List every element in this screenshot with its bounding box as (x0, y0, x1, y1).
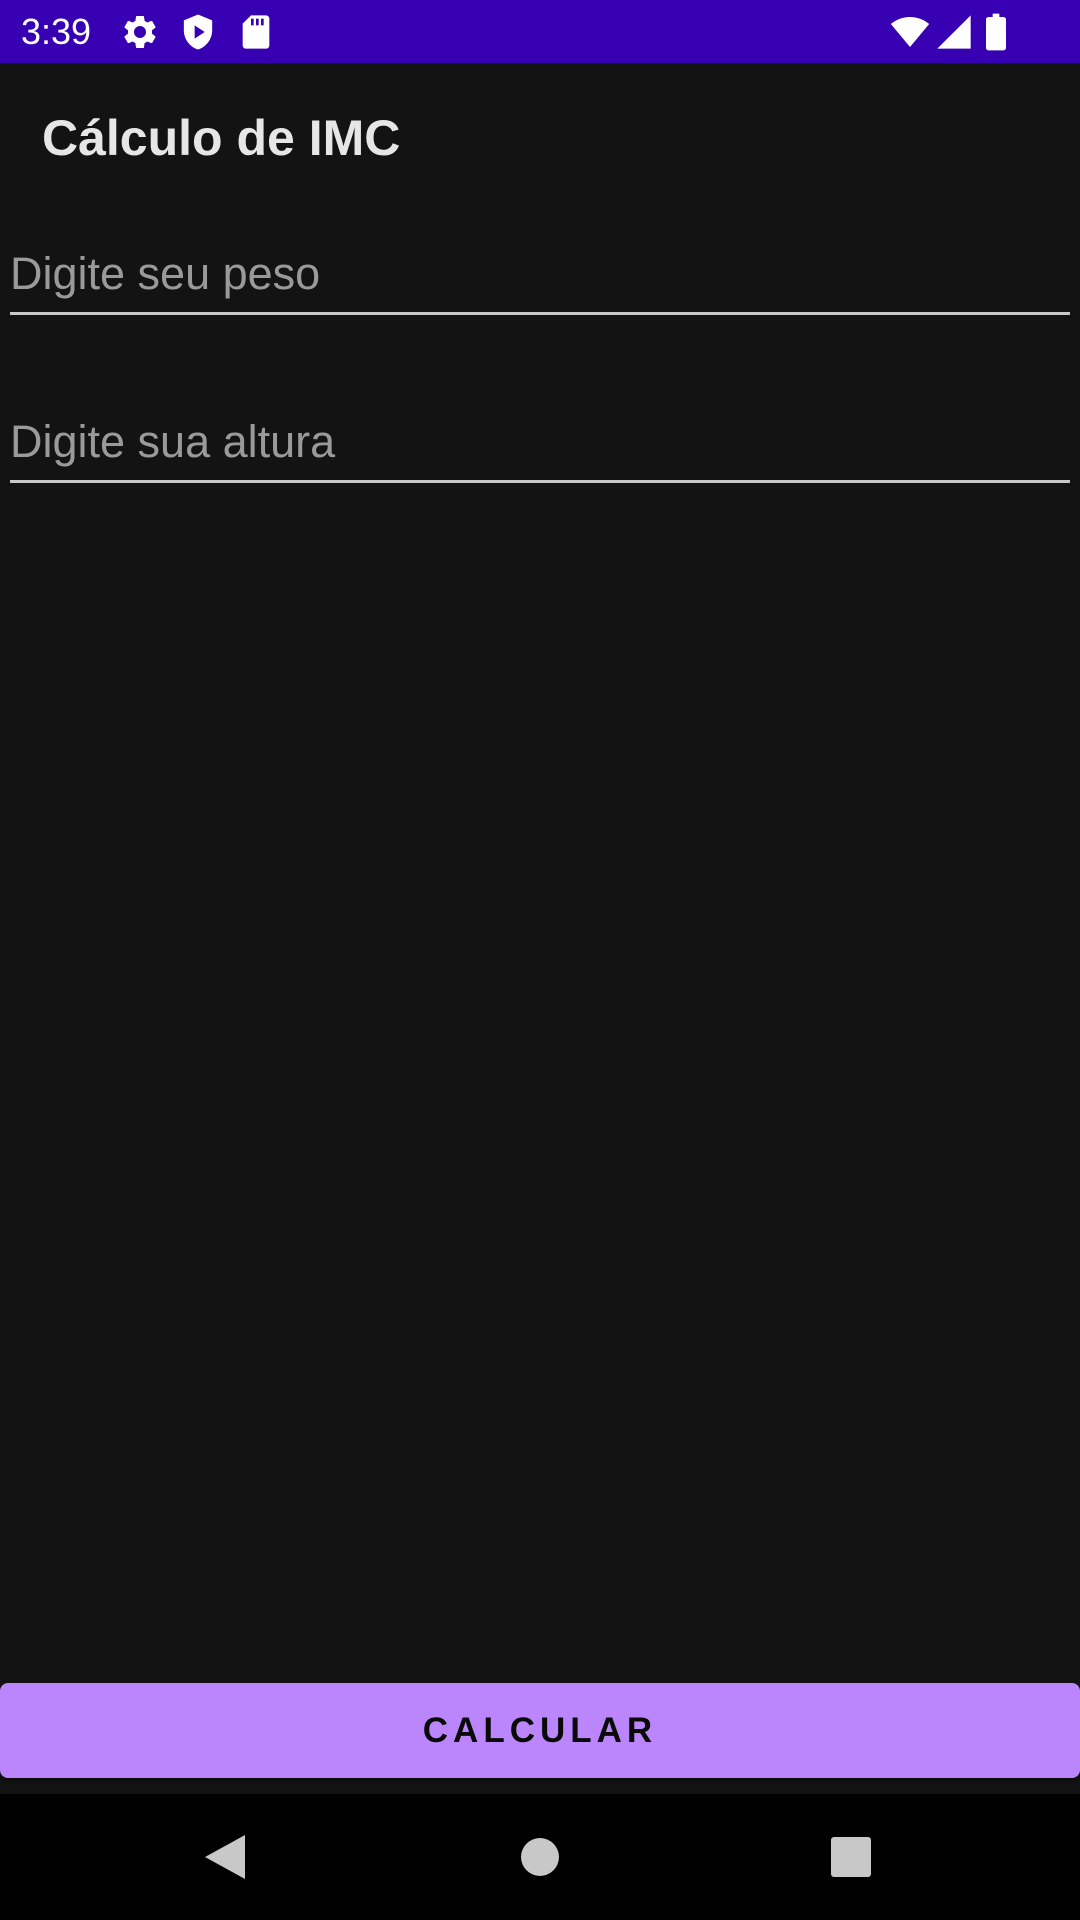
cell-signal-icon (934, 12, 974, 52)
back-icon[interactable] (190, 1822, 260, 1892)
height-field (10, 404, 1070, 484)
gear-icon (120, 12, 160, 52)
battery-icon (982, 12, 1010, 52)
weight-field (10, 236, 1070, 316)
status-bar: 3:39 (0, 0, 1080, 63)
shield-play-icon (178, 12, 218, 52)
navigation-bar (0, 1794, 1080, 1920)
recents-icon[interactable] (816, 1822, 886, 1892)
calculate-button-label: CALCULAR (422, 1710, 658, 1750)
page-title: Cálculo de IMC (42, 110, 401, 166)
status-time: 3:39 (21, 11, 92, 52)
app-screen: 3:39 Cálculo de IMC CALCULAR (0, 0, 1080, 1920)
sd-card-icon (236, 12, 276, 52)
weight-input[interactable] (10, 236, 1070, 315)
wifi-icon (888, 12, 932, 52)
home-icon[interactable] (505, 1822, 575, 1892)
height-input[interactable] (10, 404, 1070, 483)
calculate-button[interactable]: CALCULAR (0, 1683, 1080, 1778)
